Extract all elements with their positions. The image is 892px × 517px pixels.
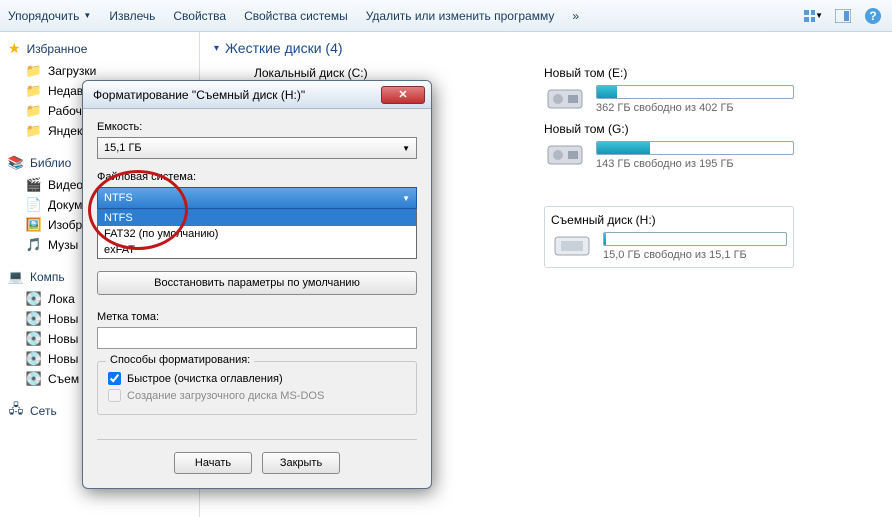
- chevron-down-icon: ▼: [402, 144, 410, 153]
- chevron-down-icon: ▾: [214, 43, 219, 54]
- computer-icon: 💻: [8, 269, 24, 285]
- drive-g[interactable]: Новый том (G:) 143 ГБ свободно из 195 ГБ: [544, 122, 794, 170]
- drive-free-text: 362 ГБ свободно из 402 ГБ: [596, 102, 794, 114]
- restore-defaults-button[interactable]: Восстановить параметры по умолчанию: [97, 271, 417, 295]
- help-icon[interactable]: ?: [862, 5, 884, 27]
- close-icon: ✕: [398, 88, 407, 101]
- close-dialog-button[interactable]: Закрыть: [262, 452, 340, 474]
- network-icon: 🖧: [8, 403, 24, 419]
- quick-format-checkbox[interactable]: [108, 372, 121, 385]
- drive-free-text: 143 ГБ свободно из 195 ГБ: [596, 158, 794, 170]
- chevron-down-icon: ▼: [402, 194, 410, 203]
- hdd-icon: [544, 84, 586, 114]
- fs-option-ntfs[interactable]: NTFS: [98, 210, 416, 226]
- sidebar-favorites[interactable]: ★Избранное: [8, 40, 199, 57]
- quick-format-label: Быстрое (очистка оглавления): [127, 373, 283, 385]
- drive-free-text: 15,0 ГБ свободно из 15,1 ГБ: [603, 249, 787, 261]
- drive-icon: 💽: [26, 311, 42, 327]
- format-options-title: Способы форматирования:: [106, 354, 254, 366]
- format-dialog: Форматирование "Съемный диск (H:)" ✕ Емк…: [82, 80, 432, 489]
- preview-pane-icon[interactable]: [832, 5, 854, 27]
- video-icon: 🎬: [26, 177, 42, 193]
- extract-button[interactable]: Извлечь: [109, 9, 155, 23]
- folder-icon: 📁: [26, 63, 42, 79]
- drive-usage-bar: [596, 141, 794, 155]
- drive-name: Новый том (E:): [544, 66, 794, 80]
- dialog-divider: [97, 439, 417, 440]
- drive-name: Новый том (G:): [544, 122, 794, 136]
- volume-label-label: Метка тома:: [97, 311, 417, 323]
- start-button[interactable]: Начать: [174, 452, 252, 474]
- filesystem-select[interactable]: NTFS▼: [97, 187, 417, 209]
- properties-button[interactable]: Свойства: [173, 9, 226, 23]
- document-icon: 📄: [26, 197, 42, 213]
- msdos-boot-label: Создание загрузочного диска MS-DOS: [127, 390, 324, 402]
- msdos-boot-checkbox: [108, 389, 121, 402]
- toolbar: Упорядочить▼ Извлечь Свойства Свойства с…: [0, 0, 892, 32]
- folder-icon: 📁: [26, 103, 42, 119]
- fs-option-fat32[interactable]: FAT32 (по умолчанию): [98, 226, 416, 242]
- removable-drive-icon: [551, 231, 593, 261]
- folder-icon: 📁: [26, 83, 42, 99]
- drive-h[interactable]: Съемный диск (H:) 15,0 ГБ свободно из 15…: [544, 206, 794, 268]
- close-button[interactable]: ✕: [381, 86, 425, 104]
- dialog-titlebar[interactable]: Форматирование "Съемный диск (H:)" ✕: [83, 81, 431, 109]
- star-icon: ★: [8, 40, 21, 57]
- capacity-select[interactable]: 15,1 ГБ▼: [97, 137, 417, 159]
- library-icon: 📚: [8, 155, 24, 171]
- format-options-group: Способы форматирования: Быстрое (очистка…: [97, 361, 417, 415]
- drive-usage-bar: [596, 85, 794, 99]
- drive-icon: 💽: [26, 351, 42, 367]
- drive-icon: 💽: [26, 331, 42, 347]
- organize-menu[interactable]: Упорядочить▼: [8, 9, 91, 23]
- capacity-label: Емкость:: [97, 121, 417, 133]
- sidebar-item-downloads[interactable]: 📁Загрузки: [8, 61, 199, 81]
- view-options-icon[interactable]: ▼: [802, 5, 824, 27]
- filesystem-dropdown: NTFS FAT32 (по умолчанию) exFAT: [97, 209, 417, 259]
- hdd-section-header[interactable]: ▾Жесткие диски (4): [214, 40, 878, 56]
- chevron-down-icon: ▼: [83, 11, 91, 20]
- svg-text:?: ?: [869, 9, 876, 23]
- drive-icon: 💽: [26, 371, 42, 387]
- uninstall-button[interactable]: Удалить или изменить программу: [366, 9, 555, 23]
- drive-e[interactable]: Новый том (E:) 362 ГБ свободно из 402 ГБ: [544, 66, 794, 114]
- volume-label-input[interactable]: [97, 327, 417, 349]
- picture-icon: 🖼️: [26, 217, 42, 233]
- drive-usage-bar: [603, 232, 787, 246]
- drive-icon: 💽: [26, 291, 42, 307]
- fs-option-exfat[interactable]: exFAT: [98, 242, 416, 258]
- drive-name: Съемный диск (H:): [551, 213, 787, 227]
- folder-icon: 📁: [26, 123, 42, 139]
- toolbar-more[interactable]: »: [572, 9, 579, 23]
- hdd-icon: [544, 140, 586, 170]
- system-properties-button[interactable]: Свойства системы: [244, 9, 348, 23]
- drive-name: Локальный диск (C:): [254, 66, 504, 80]
- filesystem-label: Файловая система:: [97, 171, 417, 183]
- music-icon: 🎵: [26, 237, 42, 253]
- dialog-title-text: Форматирование "Съемный диск (H:)": [93, 88, 305, 102]
